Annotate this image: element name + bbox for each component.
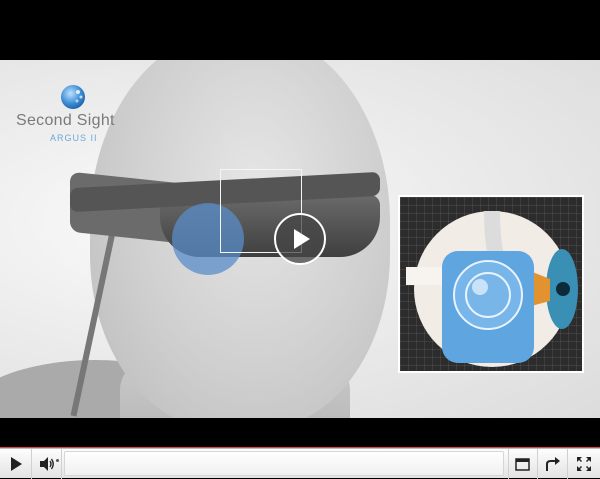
big-play-button[interactable] (274, 213, 326, 265)
popout-button[interactable] (508, 449, 538, 479)
play-icon (10, 457, 22, 471)
fullscreen-icon (577, 457, 591, 471)
play-button[interactable] (0, 449, 32, 479)
eye-implant-inset (398, 195, 584, 373)
control-bar (0, 448, 600, 479)
logo-subtitle: ARGUS II (50, 133, 98, 143)
logo-title: Second Sight (16, 112, 115, 129)
play-icon (294, 229, 310, 249)
letterbox-bar (0, 418, 600, 448)
video-frame[interactable]: Second Sight ARGUS II (0, 60, 600, 418)
video-player[interactable]: Second Sight ARGUS II (0, 0, 600, 479)
progress-bar[interactable] (64, 451, 504, 476)
share-button[interactable] (538, 449, 568, 479)
second-sight-logo: Second Sight ARGUS II (14, 82, 134, 143)
volume-icon (39, 457, 54, 471)
eye-implant-illustration (406, 210, 578, 367)
logo-sphere-icon (61, 85, 85, 109)
popout-window-icon (515, 458, 530, 471)
volume-button[interactable] (32, 449, 62, 479)
fullscreen-button[interactable] (568, 449, 600, 479)
volume-indicator-dot (56, 459, 59, 462)
share-icon (545, 457, 560, 471)
